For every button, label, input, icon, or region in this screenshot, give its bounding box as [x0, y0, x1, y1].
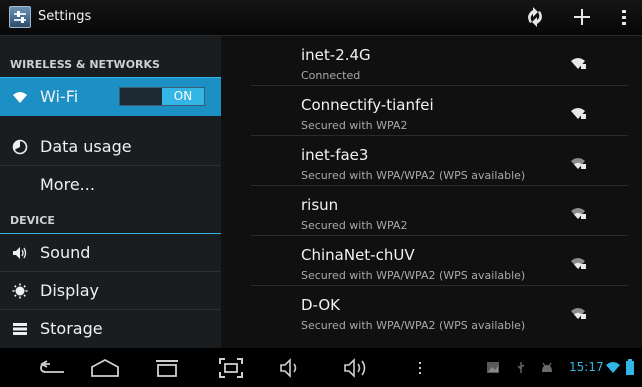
wifi-network-list: inet-2.4G Connected Connectify-tianfei S… [221, 36, 642, 348]
android-debug-icon[interactable] [540, 361, 554, 374]
sidebar-item-label: Storage [40, 319, 103, 338]
sidebar-item-label: More... [40, 175, 95, 194]
network-status: Connected [301, 69, 361, 82]
toggle-state-label: ON [162, 88, 204, 105]
volume-down-icon[interactable] [278, 357, 304, 379]
wifi-signal-lock-icon [571, 258, 586, 269]
network-ssid: risun [301, 196, 339, 214]
recent-apps-icon[interactable] [152, 357, 182, 379]
section-header-device: DEVICE [0, 202, 221, 234]
sync-button[interactable] [522, 3, 548, 31]
sidebar-item-storage[interactable]: Storage [0, 310, 221, 348]
overflow-menu-button[interactable] [616, 3, 632, 31]
network-status: Secured with WPA2 [301, 219, 408, 232]
sidebar-item-label: Wi-Fi [40, 87, 79, 106]
sound-icon [13, 247, 27, 259]
wifi-toggle-switch[interactable]: ON [119, 87, 205, 106]
network-status: Secured with WPA/WPA2 (WPS available) [301, 269, 526, 282]
sidebar-item-label: Display [40, 281, 99, 300]
network-item-risun[interactable]: risun Secured with WPA2 [251, 186, 628, 236]
gallery-notification-icon[interactable] [486, 361, 500, 374]
network-ssid: Connectify-tianfei [301, 96, 434, 114]
overflow-icon[interactable] [416, 357, 424, 379]
display-icon [12, 283, 28, 299]
network-item-chinanet-chuv[interactable]: ChinaNet-chUV Secured with WPA/WPA2 (WPS… [251, 236, 628, 286]
network-status: Secured with WPA/WPA2 (WPS available) [301, 319, 526, 332]
network-item-d-ok[interactable]: D-OK Secured with WPA/WPA2 (WPS availabl… [251, 286, 628, 336]
network-ssid: inet-fae3 [301, 146, 369, 164]
status-clock: 15:17 [569, 360, 604, 374]
system-navigation-bar: 15:17 [0, 348, 642, 387]
usb-icon[interactable] [516, 361, 526, 374]
screenshot-icon[interactable] [218, 357, 244, 379]
wifi-signal-lock-icon [571, 58, 586, 69]
page-title: Settings [38, 9, 92, 24]
sidebar-item-more[interactable]: More... [0, 166, 221, 204]
wifi-signal-lock-icon [571, 108, 586, 119]
wifi-icon [13, 92, 27, 103]
network-status: Secured with WPA/WPA2 (WPS available) [301, 169, 526, 182]
home-icon[interactable] [88, 357, 122, 379]
section-header-wireless: WIRELESS & NETWORKS [0, 46, 221, 78]
data-usage-icon [12, 139, 28, 155]
sidebar-item-data-usage[interactable]: Data usage [0, 128, 221, 166]
wifi-signal-lock-icon [571, 208, 586, 219]
wifi-signal-lock-icon [571, 158, 586, 169]
sidebar-item-sound[interactable]: Sound [0, 234, 221, 272]
back-icon[interactable] [38, 357, 70, 379]
network-item-inet-2-4g[interactable]: inet-2.4G Connected [251, 36, 628, 86]
sidebar-item-label: Data usage [40, 137, 132, 156]
add-network-button[interactable] [569, 3, 595, 31]
add-icon [574, 9, 590, 25]
wifi-signal-icon [606, 362, 620, 373]
sidebar-item-label: Sound [40, 243, 91, 262]
settings-sidebar: WIRELESS & NETWORKS Wi-Fi ON Data usage … [0, 36, 221, 348]
overflow-menu-icon [622, 10, 626, 25]
network-ssid: ChinaNet-chUV [301, 246, 415, 264]
sidebar-item-wifi[interactable]: Wi-Fi ON [0, 78, 221, 116]
settings-app-icon[interactable] [9, 6, 31, 28]
network-item-inet-fae3[interactable]: inet-fae3 Secured with WPA/WPA2 (WPS ava… [251, 136, 628, 186]
battery-icon [626, 359, 634, 375]
network-ssid: inet-2.4G [301, 46, 371, 64]
network-ssid: D-OK [301, 296, 341, 314]
sidebar-item-display[interactable]: Display [0, 272, 221, 310]
storage-icon [13, 323, 27, 335]
network-status: Secured with WPA2 [301, 119, 408, 132]
action-bar: Settings [0, 0, 642, 36]
volume-up-icon[interactable] [342, 357, 374, 379]
sync-icon [528, 7, 542, 27]
network-item-connectify-tianfei[interactable]: Connectify-tianfei Secured with WPA2 [251, 86, 628, 136]
wifi-signal-lock-icon [571, 308, 586, 319]
